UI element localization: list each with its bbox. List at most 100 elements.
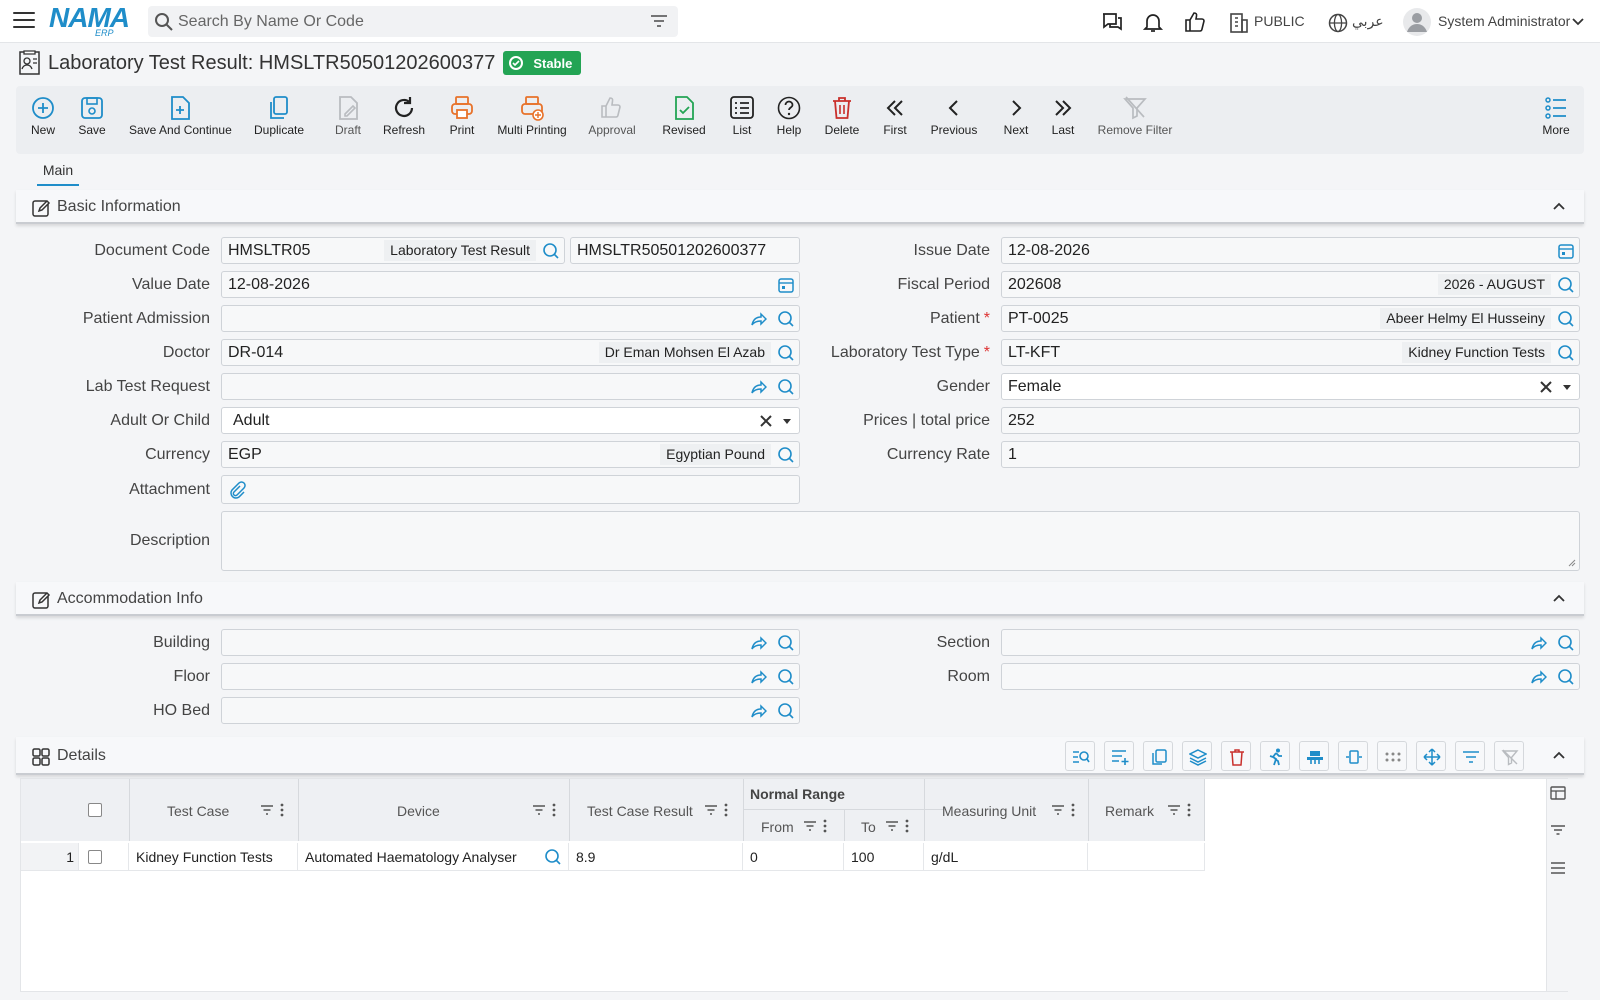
chevron-up-icon[interactable] — [1552, 750, 1566, 760]
share-icon[interactable] — [749, 668, 767, 686]
document-code-field[interactable]: HMSLTR05 Laboratory Test Result — [221, 237, 565, 264]
chat-icon[interactable] — [1100, 10, 1124, 34]
fit-columns-button[interactable] — [1338, 741, 1368, 771]
search-plus-icon[interactable] — [777, 634, 795, 652]
share-icon[interactable] — [749, 310, 767, 328]
share-icon[interactable] — [749, 702, 767, 720]
user-name[interactable]: System Administrator — [1438, 13, 1570, 29]
column-filter-icon[interactable] — [1167, 804, 1181, 816]
column-filter-icon[interactable] — [260, 804, 274, 816]
column-menu-icon[interactable] — [280, 803, 284, 817]
search-list-button[interactable] — [1065, 741, 1095, 771]
chevron-up-icon[interactable] — [1552, 201, 1566, 211]
thumbs-up-icon[interactable] — [1183, 10, 1207, 34]
filter-rows-button[interactable] — [1455, 741, 1485, 771]
share-icon[interactable] — [749, 634, 767, 652]
copy-rows-button[interactable] — [1143, 741, 1173, 771]
delete-rows-button[interactable] — [1221, 741, 1251, 771]
last-button[interactable]: Last — [1050, 94, 1076, 137]
filter-icon[interactable] — [1550, 822, 1566, 838]
lab-test-request-field[interactable] — [221, 373, 800, 400]
bell-icon[interactable] — [1141, 10, 1165, 34]
search-plus-icon[interactable] — [1557, 634, 1575, 652]
lab-test-type-field[interactable]: LT-KFT Kidney Function Tests — [1001, 339, 1580, 366]
draft-button[interactable]: Draft — [333, 94, 363, 137]
document-number-field[interactable]: HMSLTR50501202600377 — [570, 237, 800, 264]
fiscal-period-field[interactable]: 202608 2026 - AUGUST — [1001, 271, 1580, 298]
multi-printing-button[interactable]: Multi Printing — [496, 94, 568, 137]
share-icon[interactable] — [1529, 668, 1547, 686]
remove-filter-button[interactable]: Remove Filter — [1097, 94, 1173, 137]
patient-admission-field[interactable] — [221, 305, 800, 332]
search-plus-icon[interactable] — [777, 378, 795, 396]
menu-icon[interactable] — [13, 12, 35, 30]
prices-total-field[interactable]: 252 — [1001, 407, 1580, 434]
chevron-up-icon[interactable] — [1552, 593, 1566, 603]
delete-button[interactable]: Delete — [824, 94, 860, 137]
table-columns-icon[interactable] — [1550, 785, 1566, 801]
menu-lines-icon[interactable] — [1550, 860, 1566, 876]
search-plus-icon[interactable] — [777, 310, 795, 328]
doctor-field[interactable]: DR-014 Dr Eman Mohsen El Azab — [221, 339, 800, 366]
column-menu-icon[interactable] — [724, 803, 728, 817]
save-button[interactable]: Save — [78, 94, 106, 137]
issue-date-field[interactable]: 12-08-2026 — [1001, 237, 1580, 264]
list-button[interactable]: List — [729, 94, 755, 137]
cell-measuring-unit[interactable]: g/dL — [924, 843, 1088, 871]
revised-button[interactable]: Revised — [661, 94, 707, 137]
col-test-case-result[interactable]: Test Case Result — [587, 803, 693, 819]
select-all-checkbox[interactable] — [88, 803, 102, 817]
room-field[interactable] — [1001, 663, 1580, 690]
approval-button[interactable]: Approval — [587, 94, 637, 137]
merge-rows-button[interactable] — [1299, 741, 1329, 771]
col-from[interactable]: From — [761, 819, 794, 835]
calendar-icon[interactable] — [1557, 242, 1575, 260]
next-button[interactable]: Next — [1003, 94, 1029, 137]
save-and-continue-button[interactable]: Save And Continue — [129, 94, 232, 137]
column-filter-icon[interactable] — [532, 804, 546, 816]
gender-select[interactable]: Female — [1001, 373, 1580, 400]
run-button[interactable] — [1260, 741, 1290, 771]
add-row-button[interactable] — [1104, 741, 1134, 771]
refresh-button[interactable]: Refresh — [382, 94, 426, 137]
column-filter-icon[interactable] — [704, 804, 718, 816]
column-menu-icon[interactable] — [1071, 803, 1075, 817]
col-device[interactable]: Device — [397, 803, 440, 819]
floor-field[interactable] — [221, 663, 800, 690]
column-menu-icon[interactable] — [552, 803, 556, 817]
print-button[interactable]: Print — [447, 94, 477, 137]
avatar[interactable] — [1402, 7, 1432, 37]
column-filter-icon[interactable] — [885, 820, 899, 832]
globe-icon[interactable] — [1326, 11, 1350, 35]
branch-label[interactable]: PUBLIC — [1254, 13, 1305, 29]
details-header[interactable]: Details — [16, 737, 1584, 775]
search-input[interactable] — [178, 12, 638, 31]
search-plus-icon[interactable] — [777, 344, 795, 362]
cell-from[interactable]: 0 — [743, 843, 844, 871]
column-filter-icon[interactable] — [803, 820, 817, 832]
move-button[interactable] — [1416, 741, 1446, 771]
tab-main[interactable]: Main — [37, 162, 79, 186]
cell-to[interactable]: 100 — [844, 843, 924, 871]
previous-button[interactable]: Previous — [930, 94, 978, 137]
accommodation-info-header[interactable]: Accommodation Info — [16, 582, 1584, 616]
patient-field[interactable]: PT-0025 Abeer Helmy El Husseiny — [1001, 305, 1580, 332]
filter-icon[interactable] — [650, 14, 668, 28]
col-test-case[interactable]: Test Case — [167, 803, 229, 819]
column-menu-icon[interactable] — [905, 819, 909, 833]
ho-bed-field[interactable] — [221, 697, 800, 724]
paperclip-icon[interactable] — [228, 481, 246, 499]
duplicate-button[interactable]: Duplicate — [254, 94, 304, 137]
currency-field[interactable]: EGP Egyptian Pound — [221, 441, 800, 468]
search-plus-icon[interactable] — [1557, 668, 1575, 686]
calendar-icon[interactable] — [777, 276, 795, 294]
adult-or-child-select[interactable]: Adult — [221, 407, 800, 434]
share-icon[interactable] — [749, 378, 767, 396]
first-button[interactable]: First — [882, 94, 908, 137]
search-plus-icon[interactable] — [1557, 276, 1575, 294]
row-checkbox[interactable] — [88, 850, 102, 864]
value-date-field[interactable]: 12-08-2026 — [221, 271, 800, 298]
basic-information-header[interactable]: Basic Information — [16, 190, 1584, 224]
col-remark[interactable]: Remark — [1105, 803, 1154, 819]
column-menu-icon[interactable] — [1187, 803, 1191, 817]
